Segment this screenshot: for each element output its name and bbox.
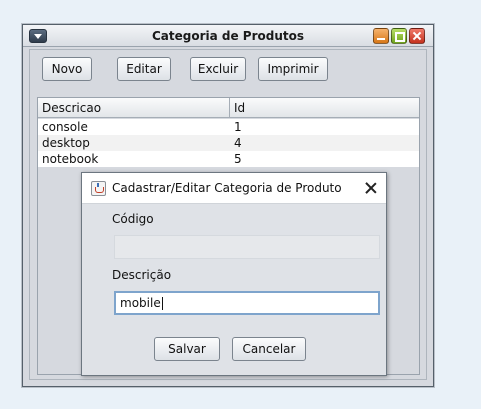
cancelar-button[interactable]: Cancelar	[232, 337, 306, 361]
column-divider[interactable]	[229, 98, 230, 118]
dialog-title: Cadastrar/Editar Categoria de Produto	[112, 181, 342, 195]
cell-id: 1	[234, 120, 242, 134]
window-title: Categoria de Produtos	[151, 29, 305, 43]
dialog-titlebar[interactable]: Cadastrar/Editar Categoria de Produto	[82, 173, 386, 204]
descricao-field[interactable]: mobile	[114, 291, 380, 315]
main-titlebar[interactable]: Categoria de Produtos	[23, 25, 433, 47]
cell-id: 4	[234, 136, 242, 150]
maximize-icon[interactable]	[391, 28, 407, 44]
table-row[interactable]: notebook 5	[38, 151, 419, 167]
excluir-button[interactable]: Excluir	[190, 57, 246, 81]
minimize-icon[interactable]	[373, 28, 389, 44]
table-row[interactable]: console 1	[38, 119, 419, 135]
codigo-field	[114, 235, 380, 259]
close-icon[interactable]	[409, 28, 425, 44]
table-row[interactable]: desktop 4	[38, 135, 419, 151]
column-header-id[interactable]: Id	[234, 101, 245, 115]
cell-descricao: console	[42, 120, 88, 134]
descricao-value: mobile	[120, 296, 161, 310]
editar-button[interactable]: Editar	[117, 57, 171, 81]
java-coffee-icon	[91, 181, 106, 196]
table-header: Descricao Id	[38, 98, 419, 118]
novo-button[interactable]: Novo	[42, 57, 92, 81]
cell-descricao: notebook	[42, 152, 99, 166]
descricao-label: Descrição	[112, 268, 172, 282]
codigo-label: Código	[112, 212, 154, 226]
column-header-descricao[interactable]: Descricao	[42, 101, 101, 115]
salvar-button[interactable]: Salvar	[154, 337, 220, 361]
text-caret	[161, 296, 163, 310]
imprimir-button[interactable]: Imprimir	[258, 57, 328, 81]
cell-id: 5	[234, 152, 242, 166]
edit-categoria-dialog: Cadastrar/Editar Categoria de Produto Có…	[81, 172, 387, 376]
table-body: console 1 desktop 4 notebook 5	[38, 119, 419, 167]
cell-descricao: desktop	[42, 136, 90, 150]
close-icon[interactable]	[365, 182, 377, 194]
